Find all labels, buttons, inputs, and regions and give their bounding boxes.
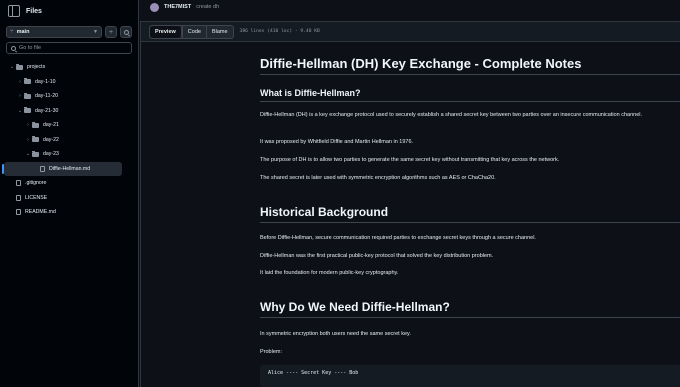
branch-icon: ⑂: [10, 29, 14, 35]
heading-what-is-dh: What is Diffie-Hellman?: [260, 88, 680, 102]
search-icon: [123, 29, 129, 35]
search-icon: [11, 45, 16, 51]
tab-blame[interactable]: Blame: [205, 25, 233, 38]
file-tree-sidebar: Files ⑂ main ▼ + Go to file ⌄ projects › da…: [0, 0, 139, 387]
tree-item-label: .gitignore: [25, 180, 47, 187]
paragraph: In symmetric encryption both users need …: [260, 331, 411, 337]
chevron-right-icon[interactable]: ›: [24, 137, 32, 143]
file-icon: [40, 165, 45, 172]
paragraph: The purpose of DH is to allow two partie…: [260, 157, 560, 163]
tree-item-label: Diffie-Hellman.md: [49, 165, 91, 172]
tree-item-label: day-22: [43, 136, 59, 143]
tree-item-label: projects: [27, 64, 46, 71]
file-icon: [16, 194, 21, 201]
page-title: Diffie-Hellman (DH) Key Exchange - Compl…: [260, 56, 680, 75]
tree-file[interactable]: README.md: [0, 205, 138, 220]
paragraph: The shared secret is later used with sym…: [260, 175, 496, 181]
plus-icon: +: [108, 28, 114, 36]
heading-why-need-dh: Why Do We Need Diffie-Hellman?: [260, 300, 680, 318]
tree-item-label: day-21: [43, 122, 59, 129]
file-tree: ⌄ projects › day-1-10 › day-11-20 ⌄ day-21-30 › d…: [0, 60, 138, 220]
folder-icon: [24, 78, 31, 85]
tree-folder[interactable]: › day-21: [0, 118, 138, 133]
file-icon: [16, 209, 21, 216]
chevron-down-icon[interactable]: ⌄: [16, 108, 24, 114]
file-toolbar: Preview Code Blame 386 lines (410 loc) ·…: [140, 21, 680, 42]
paragraph: It was proposed by Whitfield Diffie and …: [260, 139, 414, 145]
paragraph: Problem:: [260, 349, 283, 355]
folder-icon: [16, 63, 23, 70]
tree-file[interactable]: .gitignore: [0, 176, 138, 191]
folder-icon: [32, 121, 39, 128]
sidebar-header: Files: [0, 0, 138, 22]
collapse-sidebar-icon[interactable]: [8, 5, 20, 17]
tree-file[interactable]: Diffie-Hellman.md: [2, 161, 122, 176]
file-line-info: 386 lines (410 loc) · 9.48 KB: [239, 29, 320, 34]
tree-item-label: day-21-30: [35, 107, 59, 114]
add-file-button[interactable]: +: [105, 26, 117, 38]
tree-folder[interactable]: ⌄ day-21-30: [0, 104, 138, 119]
chevron-right-icon[interactable]: ›: [24, 122, 32, 128]
code-block: Alice ---- Secret Key ---- Bob: [260, 365, 680, 387]
paragraph: Diffie-Hellman was the first practical p…: [260, 253, 494, 259]
tree-item-label: README.md: [25, 209, 56, 216]
view-mode-tabs: Preview Code Blame: [149, 24, 234, 39]
chevron-down-icon: ▼: [93, 29, 98, 35]
heading-historical-background: Historical Background: [260, 205, 680, 223]
paragraph: Diffie-Hellman (DH) is a key exchange pr…: [260, 112, 643, 118]
folder-icon: [24, 92, 31, 99]
tree-item-label: day-11-20: [35, 93, 58, 100]
file-icon: [16, 180, 21, 187]
paragraph: It laid the foundation for modern public…: [260, 270, 399, 276]
branch-selector[interactable]: ⑂ main ▼: [6, 26, 102, 38]
go-to-file-placeholder: Go to file: [19, 45, 42, 51]
branch-name: main: [16, 29, 30, 35]
chevron-down-icon[interactable]: ⌄: [8, 64, 16, 70]
folder-icon: [32, 136, 39, 143]
avatar[interactable]: [150, 2, 159, 12]
tree-folder[interactable]: › day-11-20: [0, 89, 138, 104]
tree-folder[interactable]: › day-22: [0, 133, 138, 148]
chevron-right-icon[interactable]: ›: [16, 79, 24, 85]
tab-code[interactable]: Code: [181, 25, 206, 38]
paragraph: Before Diffie-Hellman, secure communicat…: [260, 235, 536, 241]
tree-file[interactable]: LICENSE: [0, 191, 138, 206]
chevron-right-icon[interactable]: ›: [16, 93, 24, 99]
folder-icon: [32, 150, 39, 157]
commit-author[interactable]: THE7MIST: [164, 4, 191, 10]
tree-folder[interactable]: › day-1-10: [0, 75, 138, 90]
folder-icon: [24, 107, 31, 114]
tree-item-label: day-1-10: [35, 78, 56, 85]
sidebar-title: Files: [26, 7, 42, 15]
markdown-viewer: Diffie-Hellman (DH) Key Exchange - Compl…: [140, 42, 680, 387]
chevron-down-icon[interactable]: ⌄: [24, 151, 32, 157]
tree-folder[interactable]: ⌄ day-23: [0, 147, 138, 162]
commit-message[interactable]: create dh: [196, 4, 219, 10]
tree-folder[interactable]: ⌄ projects: [0, 60, 138, 75]
tab-preview[interactable]: Preview: [150, 25, 182, 38]
sidebar-controls: ⑂ main ▼ +: [6, 26, 132, 38]
tree-item-label: LICENSE: [25, 194, 48, 201]
commit-header: THE7MIST create dh: [140, 0, 680, 14]
search-button[interactable]: [120, 26, 132, 38]
tree-item-label: day-23: [43, 151, 59, 158]
go-to-file-input[interactable]: Go to file: [6, 42, 132, 54]
